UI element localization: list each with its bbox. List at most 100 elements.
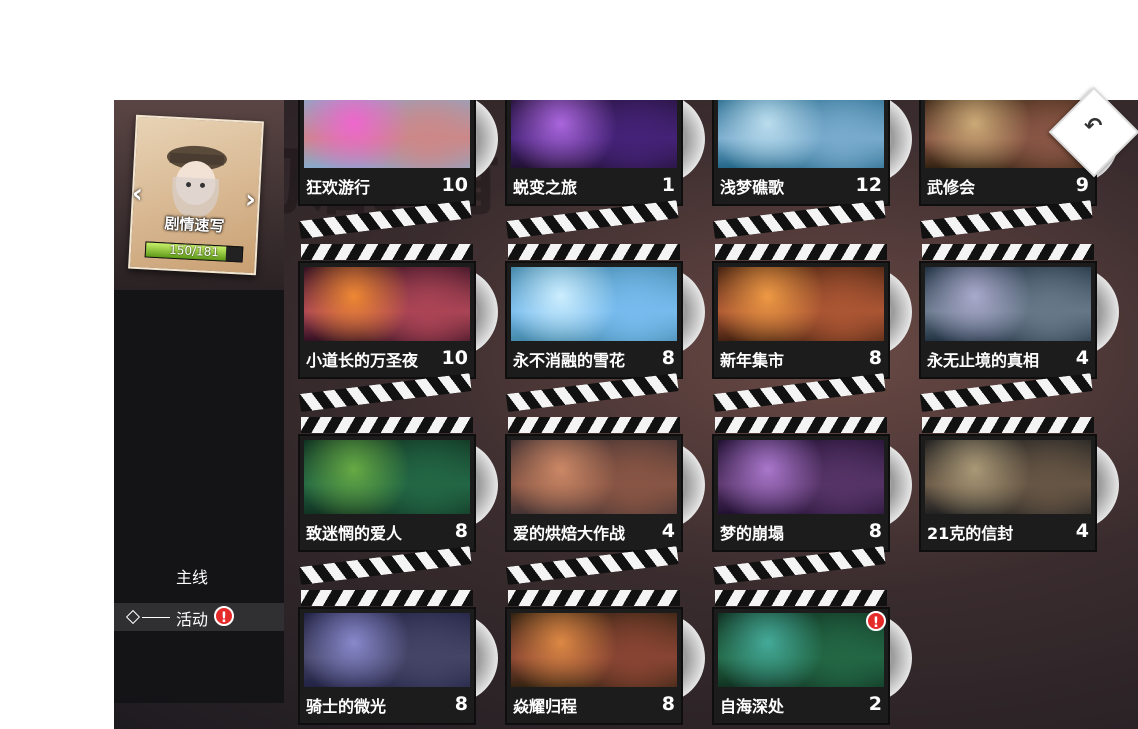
event-tile[interactable]: 蜕变之旅 1 bbox=[505, 100, 705, 212]
event-title: 浅梦礁歌 bbox=[720, 178, 785, 197]
chapter-count: 4 bbox=[1075, 347, 1089, 369]
event-artwork bbox=[511, 100, 677, 168]
event-title: 蜕变之旅 bbox=[513, 178, 578, 197]
event-artwork bbox=[925, 267, 1091, 341]
event-tile[interactable]: 梦的崩塌 8 bbox=[712, 373, 912, 558]
event-tile[interactable]: 新年集市 8 bbox=[712, 200, 912, 385]
event-tile[interactable]: 骑士的微光 8 bbox=[298, 546, 498, 729]
event-frame: 小道长的万圣夜 10 bbox=[298, 261, 476, 379]
clapperboard-strip-icon bbox=[301, 417, 473, 433]
clapperboard-strip-icon bbox=[301, 244, 473, 260]
event-artwork bbox=[304, 100, 470, 168]
event-tile[interactable]: 浅梦礁歌 12 bbox=[712, 100, 912, 212]
progress-text: 150/181 bbox=[168, 242, 220, 260]
event-artwork bbox=[718, 613, 884, 687]
chapter-count: 10 bbox=[441, 347, 468, 369]
event-artwork bbox=[304, 440, 470, 514]
event-tile[interactable]: 狂欢游行 10 bbox=[298, 100, 498, 212]
event-title: 武修会 bbox=[927, 178, 976, 197]
event-frame: 21克的信封 4 bbox=[919, 434, 1097, 552]
event-tile[interactable]: 21克的信封 4 bbox=[919, 373, 1119, 558]
chapter-count: 9 bbox=[1075, 174, 1089, 196]
event-frame: 蜕变之旅 1 bbox=[505, 100, 683, 206]
clapperboard-strip-icon bbox=[508, 417, 680, 433]
chapter-count: 8 bbox=[454, 520, 468, 542]
event-artwork bbox=[304, 267, 470, 341]
chapter-count: 8 bbox=[661, 347, 675, 369]
event-artwork bbox=[718, 440, 884, 514]
event-frame: 永无止境的真相 4 bbox=[919, 261, 1097, 379]
nav-main-story[interactable]: 主线 bbox=[176, 564, 208, 588]
event-tile[interactable]: 小道长的万圣夜 10 bbox=[298, 200, 498, 385]
clapperboard-strip-icon bbox=[715, 244, 887, 260]
sidebar: ‹ › 剧情速写 150/181 主线 活动 ! bbox=[114, 100, 284, 703]
chapter-count: 10 bbox=[441, 174, 468, 196]
card-title: 剧情速写 bbox=[163, 214, 225, 236]
chapter-count: 4 bbox=[661, 520, 675, 542]
event-frame: 爱的烘焙大作战 4 bbox=[505, 434, 683, 552]
clapperboard-strip-icon bbox=[301, 590, 473, 606]
diamond-icon bbox=[125, 609, 141, 625]
clapperboard-strip-icon bbox=[922, 244, 1094, 260]
event-artwork bbox=[718, 100, 884, 168]
event-artwork bbox=[718, 267, 884, 341]
event-title: 爱的烘焙大作战 bbox=[513, 524, 626, 543]
chapter-count: 1 bbox=[661, 174, 675, 196]
story-progress-card[interactable]: ‹ › 剧情速写 150/181 bbox=[128, 114, 264, 276]
nav-divider-line bbox=[142, 617, 170, 618]
event-title: 狂欢游行 bbox=[306, 178, 371, 197]
event-frame: 自海深处 2! bbox=[712, 607, 890, 725]
event-tile[interactable]: 焱耀归程 8 bbox=[505, 546, 705, 729]
clapperboard-strip-icon bbox=[922, 417, 1094, 433]
chapter-count: 8 bbox=[868, 347, 882, 369]
event-tile[interactable]: 自海深处 2! bbox=[712, 546, 912, 729]
event-artwork bbox=[304, 613, 470, 687]
event-title: 新年集市 bbox=[720, 351, 785, 370]
event-title: 梦的崩塌 bbox=[720, 524, 785, 543]
event-tile[interactable]: 爱的烘焙大作战 4 bbox=[505, 373, 705, 558]
event-tile[interactable]: 致迷惘的爱人 8 bbox=[298, 373, 498, 558]
event-artwork bbox=[511, 267, 677, 341]
event-frame: 狂欢游行 10 bbox=[298, 100, 476, 206]
event-title: 永无止境的真相 bbox=[927, 351, 1040, 370]
nav-event-label: 活动 bbox=[176, 610, 209, 629]
event-title: 21克的信封 bbox=[927, 524, 1014, 543]
chapter-count: 8 bbox=[868, 520, 882, 542]
event-title: 致迷惘的爱人 bbox=[306, 524, 403, 543]
chapter-count: 4 bbox=[1075, 520, 1089, 542]
event-title: 焱耀归程 bbox=[513, 697, 578, 716]
progress-bar: 150/181 bbox=[144, 241, 244, 263]
chapter-count: 8 bbox=[454, 693, 468, 715]
clapperboard-strip-icon bbox=[508, 590, 680, 606]
chapter-count: 12 bbox=[855, 174, 882, 196]
return-arrow-icon[interactable]: ↶ bbox=[1084, 114, 1102, 139]
next-arrow-icon[interactable]: › bbox=[244, 185, 256, 216]
nav-event-tab[interactable]: 活动 ! bbox=[114, 603, 284, 631]
event-frame: 浅梦礁歌 12 bbox=[712, 100, 890, 206]
event-artwork bbox=[511, 440, 677, 514]
event-frame: 永不消融的雪花 8 bbox=[505, 261, 683, 379]
clapperboard-strip-icon bbox=[715, 590, 887, 606]
character-portrait-icon bbox=[166, 145, 227, 217]
event-tile[interactable]: 永无止境的真相 4 bbox=[919, 200, 1119, 385]
event-frame: 梦的崩塌 8 bbox=[712, 434, 890, 552]
event-title: 小道长的万圣夜 bbox=[306, 351, 419, 370]
chapter-count: 8 bbox=[661, 693, 675, 715]
event-title: 自海深处 bbox=[720, 697, 785, 716]
event-frame: 焱耀归程 8 bbox=[505, 607, 683, 725]
alert-badge-icon: ! bbox=[214, 606, 234, 626]
chapter-count: 2 bbox=[868, 693, 882, 715]
event-artwork bbox=[511, 613, 677, 687]
event-title: 永不消融的雪花 bbox=[513, 351, 626, 370]
prev-arrow-icon[interactable]: ‹ bbox=[131, 179, 143, 210]
event-frame: 致迷惘的爱人 8 bbox=[298, 434, 476, 552]
clapperboard-strip-icon bbox=[715, 417, 887, 433]
event-artwork bbox=[925, 440, 1091, 514]
event-title: 骑士的微光 bbox=[306, 697, 387, 716]
event-frame: 骑士的微光 8 bbox=[298, 607, 476, 725]
alert-badge-icon: ! bbox=[866, 611, 886, 631]
event-frame: 新年集市 8 bbox=[712, 261, 890, 379]
clapperboard-strip-icon bbox=[508, 244, 680, 260]
event-tile[interactable]: 永不消融的雪花 8 bbox=[505, 200, 705, 385]
game-screen: 活动剧情 ‹ › 剧情速写 150/181 主线 活动 bbox=[114, 100, 1138, 729]
